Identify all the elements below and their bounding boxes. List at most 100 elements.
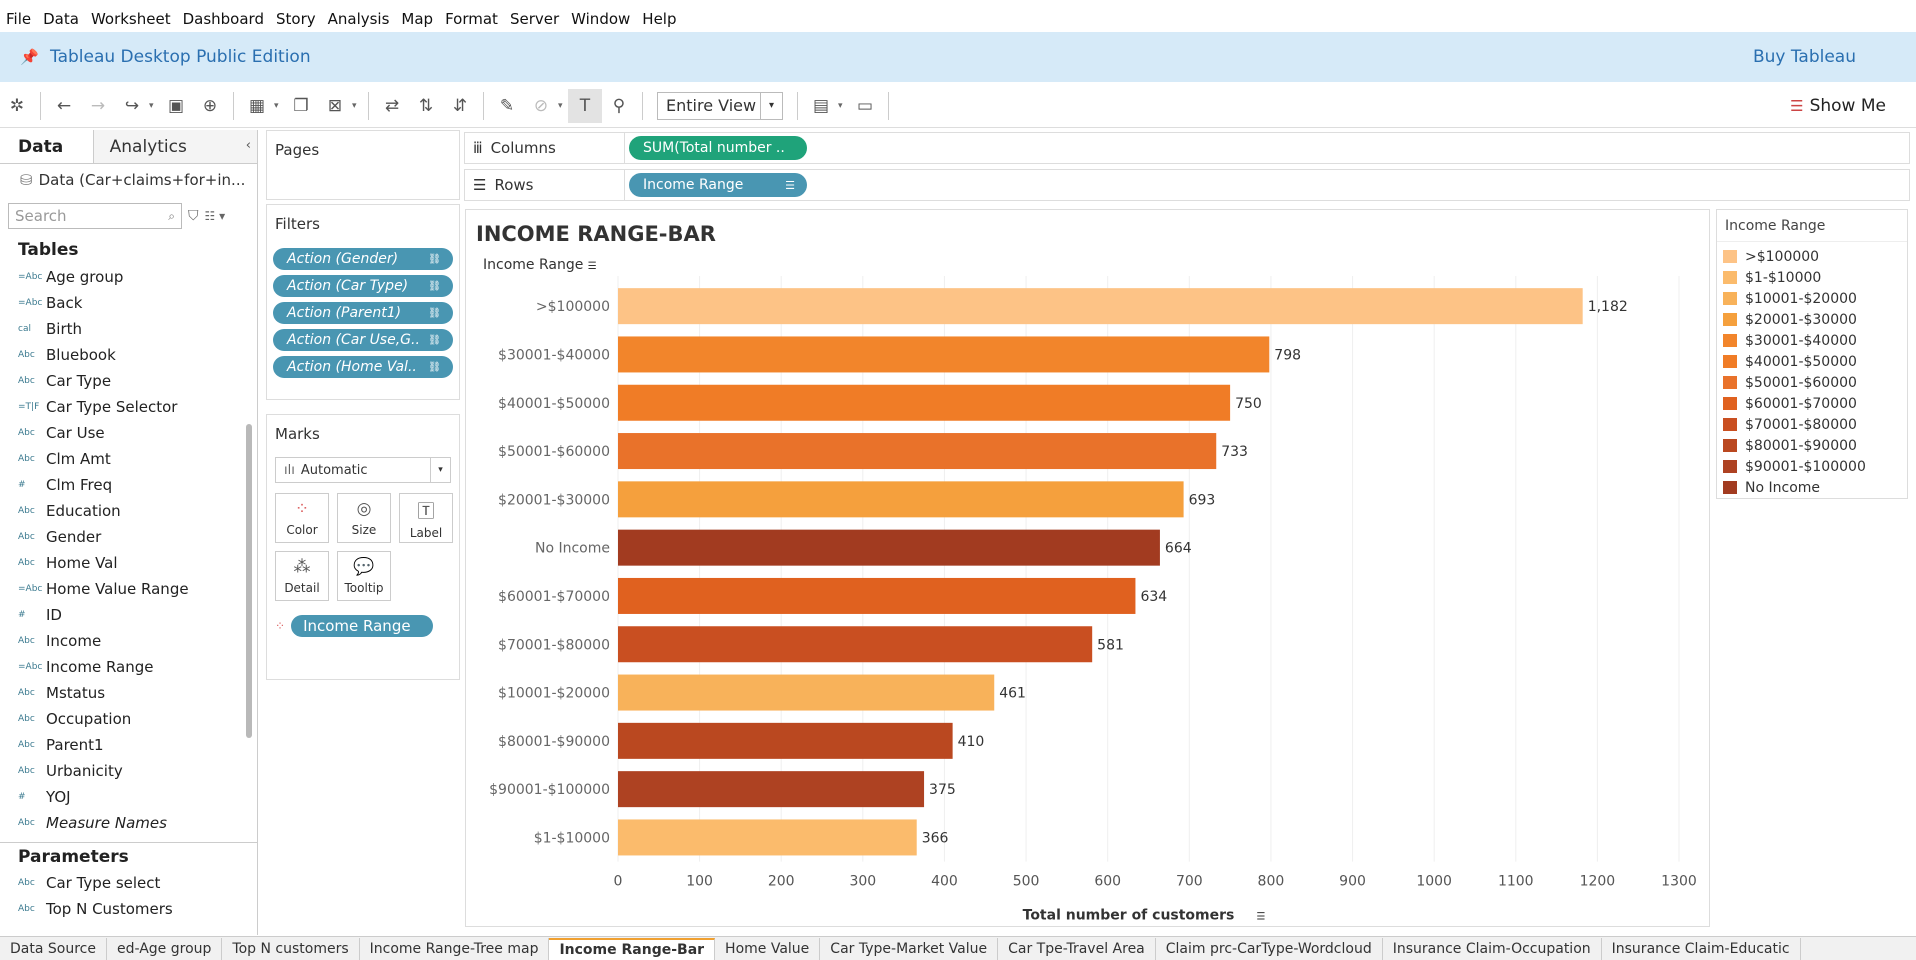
legend-item[interactable]: $10001-$20000 [1717, 288, 1907, 309]
bar[interactable] [618, 529, 1160, 566]
redo-icon[interactable]: → [81, 89, 115, 123]
filter-pill[interactable]: Action (Gender) ⛓ [273, 248, 453, 270]
show-cards-icon[interactable]: ▤ [804, 89, 838, 123]
sheet-tab[interactable]: Home Value [715, 938, 821, 960]
rows-shelf[interactable]: ☰ Rows Income Range ☰ [464, 169, 1910, 201]
sheet-tab[interactable]: Data Source [0, 938, 107, 960]
field-item[interactable]: Abc Measure Names [0, 810, 257, 836]
size-button[interactable]: ◎ Size [337, 493, 391, 543]
legend-item[interactable]: $90001-$100000 [1717, 456, 1907, 477]
menu-data[interactable]: Data [37, 10, 85, 28]
field-item[interactable]: =T|F Car Type Selector [0, 394, 257, 420]
field-item[interactable]: Abc Car Type select [0, 870, 257, 896]
sheet-tab[interactable]: Income Range-Tree map [360, 938, 550, 960]
legend-item[interactable]: >$100000 [1717, 246, 1907, 267]
bar[interactable] [618, 577, 1136, 614]
menu-help[interactable]: Help [636, 10, 682, 28]
menu-dashboard[interactable]: Dashboard [177, 10, 270, 28]
legend-item[interactable]: $40001-$50000 [1717, 351, 1907, 372]
menu-file[interactable]: File [0, 10, 37, 28]
field-item[interactable]: cal Birth [0, 316, 257, 342]
chevron-down-icon[interactable]: ▾ [430, 458, 450, 482]
view-options-icon[interactable]: ☷ ▾ [205, 209, 226, 223]
field-item[interactable]: Abc Car Type [0, 368, 257, 394]
field-item[interactable]: Abc Top N Customers [0, 896, 257, 922]
legend-item[interactable]: $50001-$60000 [1717, 372, 1907, 393]
bar[interactable] [618, 674, 995, 711]
tableau-logo-icon[interactable]: ✲ [0, 89, 34, 123]
color-button[interactable]: ⁘ Color [275, 493, 329, 543]
show-labels-icon[interactable]: T [568, 88, 602, 123]
filter-icon[interactable]: ⛉ [188, 208, 199, 224]
sort-ascending-icon[interactable]: ⇅ [409, 89, 443, 123]
field-item[interactable]: Abc Car Use [0, 420, 257, 446]
field-item[interactable]: Abc Occupation [0, 706, 257, 732]
filter-pill[interactable]: Action (Home Val.. ⛓ [273, 356, 453, 378]
sheet-tab[interactable]: Car Tpe-Travel Area [998, 938, 1156, 960]
field-item[interactable]: Abc Clm Amt [0, 446, 257, 472]
clear-sheet-icon[interactable]: ⊠ [318, 89, 352, 123]
save-icon[interactable]: ▣ [159, 89, 193, 123]
datasource-item[interactable]: ⛁ Data (Car+claims+for+in... [0, 164, 257, 196]
bar[interactable] [618, 819, 917, 856]
chevron-down-icon[interactable]: ▾ [352, 101, 362, 111]
undo-icon[interactable]: ← [47, 89, 81, 123]
field-item[interactable]: Abc Bluebook [0, 342, 257, 368]
bar[interactable] [618, 626, 1093, 663]
bar[interactable] [618, 481, 1184, 518]
sheet-tab[interactable]: Claim prc-CarType-Wordcloud [1156, 938, 1383, 960]
row-header[interactable]: Income Range ☰ [483, 257, 597, 273]
menu-analysis[interactable]: Analysis [322, 10, 396, 28]
columns-shelf[interactable]: ⅲ Columns SUM(Total number .. [464, 132, 1910, 164]
bar[interactable] [618, 433, 1217, 470]
bar[interactable] [618, 722, 953, 759]
rows-pill[interactable]: Income Range ☰ [629, 173, 807, 197]
field-item[interactable]: Abc Education [0, 498, 257, 524]
sort-descending-icon[interactable]: ⇵ [443, 89, 477, 123]
field-item[interactable]: Abc Urbanicity [0, 758, 257, 784]
legend-item[interactable]: $1-$10000 [1717, 267, 1907, 288]
menu-format[interactable]: Format [439, 10, 504, 28]
buy-tableau-link[interactable]: Buy Tableau [1753, 47, 1856, 67]
legend-item[interactable]: $60001-$70000 [1717, 393, 1907, 414]
filter-pill[interactable]: Action (Car Type) ⛓ [273, 275, 453, 297]
menu-window[interactable]: Window [565, 10, 636, 28]
columns-pill[interactable]: SUM(Total number .. [629, 136, 807, 160]
tab-data[interactable]: Data [0, 130, 94, 163]
mark-type-dropdown[interactable]: ılı Automatic ▾ [275, 457, 451, 483]
field-item[interactable]: Abc Parent1 [0, 732, 257, 758]
group-icon[interactable]: ⊘ [524, 89, 558, 123]
bar[interactable] [618, 384, 1231, 421]
field-item[interactable]: Abc Home Val [0, 550, 257, 576]
swap-icon[interactable]: ⇄ [375, 89, 409, 123]
menu-worksheet[interactable]: Worksheet [85, 10, 177, 28]
new-datasource-icon[interactable]: ⊕ [193, 89, 227, 123]
legend-item[interactable]: $70001-$80000 [1717, 414, 1907, 435]
collapse-pane-icon[interactable]: ‹ [246, 138, 251, 153]
fix-axes-icon[interactable]: ⚲ [602, 89, 636, 123]
filter-pill[interactable]: Action (Car Use,G.. ⛓ [273, 329, 453, 351]
field-item[interactable]: Abc Income [0, 628, 257, 654]
field-item[interactable]: Abc Mstatus [0, 680, 257, 706]
chevron-down-icon[interactable]: ▾ [558, 101, 568, 111]
bar[interactable] [618, 771, 925, 808]
bar[interactable] [618, 336, 1270, 373]
menu-map[interactable]: Map [395, 10, 439, 28]
chevron-down-icon[interactable]: ▾ [760, 92, 782, 119]
legend-item[interactable]: $20001-$30000 [1717, 309, 1907, 330]
chevron-down-icon[interactable]: ▾ [838, 101, 848, 111]
field-item[interactable]: # YOJ [0, 784, 257, 810]
duplicate-icon[interactable]: ❐ [284, 89, 318, 123]
field-item[interactable]: =Abc Income Range [0, 654, 257, 680]
legend-item[interactable]: No Income [1717, 477, 1907, 498]
sheet-tab[interactable]: Insurance Claim-Occupation [1383, 938, 1602, 960]
tooltip-button[interactable]: 💬 Tooltip [337, 551, 391, 601]
filter-pill[interactable]: Action (Parent1) ⛓ [273, 302, 453, 324]
sheet-tab[interactable]: Income Range-Bar [549, 938, 716, 960]
label-button[interactable]: 🅃 Label [399, 493, 453, 543]
sheet-tab[interactable]: ed-Age group [107, 938, 223, 960]
fit-dropdown[interactable]: Entire View ▾ [657, 91, 783, 120]
field-item[interactable]: # ID [0, 602, 257, 628]
replay-icon[interactable]: ↪ [115, 89, 149, 123]
new-worksheet-icon[interactable]: ▦ [240, 89, 274, 123]
